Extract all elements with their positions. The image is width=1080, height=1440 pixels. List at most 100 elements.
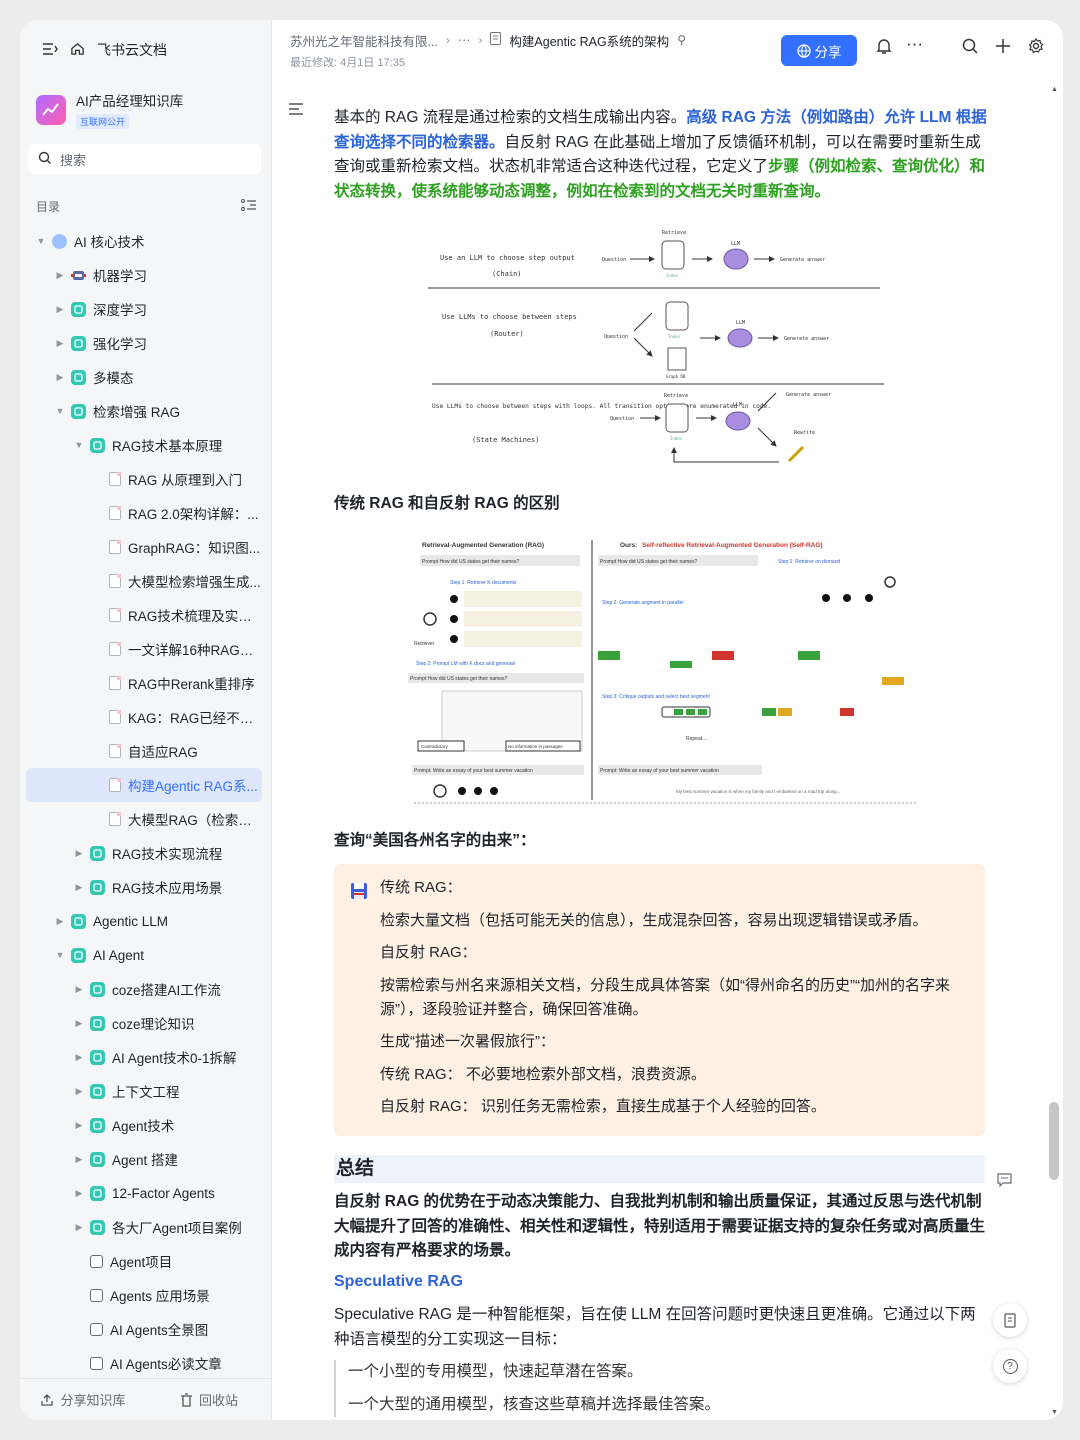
collapse-arrow-icon[interactable]: ▶ [72, 848, 86, 859]
collapse-arrow-icon[interactable]: ▶ [53, 916, 67, 927]
toc-options-icon[interactable] [241, 198, 257, 215]
share-button[interactable]: 分享 [781, 35, 857, 66]
sidebar-item[interactable]: ▶ RAG技术应用场景 [26, 870, 262, 904]
pin-icon[interactable]: ⚲ [677, 33, 686, 47]
fig2-my-best: My best summer vacation is when my famil… [676, 789, 840, 794]
sidebar-item[interactable]: ▶ 各大厂Agent项目案例 [26, 1210, 262, 1244]
scroll-down-arrow-icon[interactable]: ▼ [1051, 1409, 1058, 1416]
sidebar-item[interactable]: KAG：RAG已经不够... [26, 700, 262, 734]
collapse-arrow-icon[interactable]: ▶ [72, 1222, 86, 1233]
sidebar-item[interactable]: 构建Agentic RAG系... [26, 768, 262, 802]
doc-info-button[interactable] [993, 1303, 1027, 1337]
sidebar-item[interactable]: RAG 从原理到入门 [26, 462, 262, 496]
sidebar-item[interactable]: ▼ AI 核心技术 [26, 224, 262, 258]
collapse-arrow-icon[interactable]: ▶ [72, 1188, 86, 1199]
share-icon [41, 1393, 54, 1406]
expand-arrow-icon[interactable]: ▼ [72, 440, 86, 450]
doc-icon [109, 540, 121, 554]
recycle-label: 回收站 [198, 1393, 238, 1408]
kb-icon [71, 403, 86, 419]
sidebar-item[interactable]: AI Agents全景图 [26, 1312, 262, 1346]
knowledge-base-header[interactable]: AI产品经理知识库 互联网公开 [36, 90, 271, 130]
fig2-step1-right: Step 1: Retrieve on demand [778, 559, 840, 565]
help-button[interactable]: ? [993, 1349, 1027, 1383]
collapse-arrow-icon[interactable]: ▶ [72, 1018, 86, 1029]
recycle-bin-button[interactable]: 回收站 [146, 1390, 272, 1409]
sidebar-item[interactable]: 大模型RAG（检索增... [26, 802, 262, 836]
doc-icon [109, 812, 121, 826]
collapse-arrow-icon[interactable]: ▶ [53, 270, 67, 281]
sidebar-item[interactable]: ▶ 强化学习 [26, 326, 262, 360]
sidebar-item[interactable]: 一文详解16种RAG架... [26, 632, 262, 666]
collapse-arrow-icon[interactable]: ▶ [72, 1154, 86, 1165]
comment-icon[interactable] [997, 1173, 1012, 1192]
breadcrumb-more[interactable]: ··· [458, 33, 471, 47]
outline-toggle-icon[interactable] [288, 102, 304, 121]
box-icon [90, 1288, 103, 1302]
sidebar-item[interactable]: ▶ Agent 搭建 [26, 1142, 262, 1176]
collapse-arrow-icon[interactable]: ▶ [72, 1120, 86, 1131]
kb-logo [36, 95, 66, 125]
collapse-arrow-icon[interactable]: ▶ [53, 338, 67, 349]
sidebar-item[interactable]: ▼ 检索增强 RAG [26, 394, 262, 428]
sidebar-item[interactable]: GraphRAG：知识图... [26, 530, 262, 564]
add-icon[interactable] [995, 38, 1011, 59]
sidebar-item[interactable]: ▶ 深度学习 [26, 292, 262, 326]
sidebar-item[interactable]: AI Agents必读文章 [26, 1346, 262, 1380]
breadcrumb-org[interactable]: 苏州光之年智能科技有限... [290, 31, 438, 50]
collapse-sidebar-icon[interactable] [42, 42, 58, 59]
breadcrumb-doc-title[interactable]: 构建Agentic RAG系统的架构 [509, 31, 669, 50]
scrollbar-track[interactable]: ▲ ▼ [1047, 80, 1063, 1420]
architecture-diagram: Use an LLM to choose step output (Chain)… [428, 230, 884, 463]
app-title[interactable]: 飞书云文档 [97, 40, 167, 60]
sidebar-item[interactable]: RAG中Rerank重排序 [26, 666, 262, 700]
floppy-disk-icon [350, 882, 368, 905]
collapse-arrow-icon[interactable]: ▶ [53, 304, 67, 315]
collapse-arrow-icon[interactable]: ▶ [72, 1086, 86, 1097]
doc-header: 苏州光之年智能科技有限... › ··· › 构建Agentic RAG系统的架… [272, 20, 1063, 80]
search-icon[interactable] [962, 38, 979, 60]
sidebar-item[interactable]: ▶ RAG技术实现流程 [26, 836, 262, 870]
fig1-graph: Graph DB [666, 374, 686, 379]
sidebar-item[interactable]: ▶ AI Agent技术0-1拆解 [26, 1040, 262, 1074]
search-box[interactable]: 搜索 [28, 144, 261, 174]
sidebar-item[interactable]: ▶ 多模态 [26, 360, 262, 394]
sidebar-item[interactable]: RAG 2.0架构详解：... [26, 496, 262, 530]
collapse-arrow-icon[interactable]: ▶ [53, 372, 67, 383]
sidebar-item[interactable]: ▶ 12-Factor Agents [26, 1176, 262, 1210]
sidebar-item[interactable]: RAG技术梳理及实践... [26, 598, 262, 632]
scroll-up-arrow-icon[interactable]: ▲ [1051, 86, 1058, 93]
scrollbar-thumb[interactable] [1049, 1102, 1059, 1180]
callout-line: 传统 RAG： [380, 879, 462, 896]
sidebar-item[interactable]: Agents 应用场景 [26, 1278, 262, 1312]
sidebar-item[interactable]: 自适应RAG [26, 734, 262, 768]
sidebar-item-label: RAG 从原理到入门 [128, 473, 243, 488]
collapse-arrow-icon[interactable]: ▶ [72, 984, 86, 995]
sidebar-item[interactable]: ▶ coze搭建AI工作流 [26, 972, 262, 1006]
collapse-arrow-icon[interactable]: ▶ [72, 1052, 86, 1063]
sidebar-item[interactable]: ▼ RAG技术基本原理 [26, 428, 262, 462]
box-icon [90, 1322, 103, 1336]
collapse-arrow-icon[interactable]: ▶ [72, 882, 86, 893]
sidebar-item-label: RAG技术梳理及实践... [128, 609, 262, 624]
search-icon [38, 151, 52, 168]
sidebar-item[interactable]: ▶ coze理论知识 [26, 1006, 262, 1040]
sidebar-item[interactable]: ▼ AI Agent [26, 938, 262, 972]
home-icon[interactable] [70, 41, 85, 59]
kb-icon [90, 879, 105, 895]
sidebar-item[interactable]: ▶ 上下文工程 [26, 1074, 262, 1108]
self-rag-comparison-diagram: Retrieval-Augmented Generation (RAG) Our… [408, 540, 918, 804]
more-options-icon[interactable]: ··· [906, 34, 923, 54]
expand-arrow-icon[interactable]: ▼ [34, 236, 48, 246]
sidebar-item[interactable]: 大模型检索增强生成... [26, 564, 262, 598]
sidebar-item[interactable]: ▶ Agent技术 [26, 1108, 262, 1142]
sidebar-item[interactable]: Agent项目 [26, 1244, 262, 1278]
expand-arrow-icon[interactable]: ▼ [53, 406, 67, 416]
expand-arrow-icon[interactable]: ▼ [53, 950, 67, 960]
share-kb-button[interactable]: 分享知识库 [20, 1390, 146, 1409]
bell-icon[interactable] [876, 38, 892, 60]
sidebar-item[interactable]: ▶ 机器学习 [26, 258, 262, 292]
doc-icon [109, 744, 121, 758]
sidebar-item[interactable]: ▶ Agentic LLM [26, 904, 262, 938]
settings-gear-icon[interactable] [1028, 37, 1044, 59]
